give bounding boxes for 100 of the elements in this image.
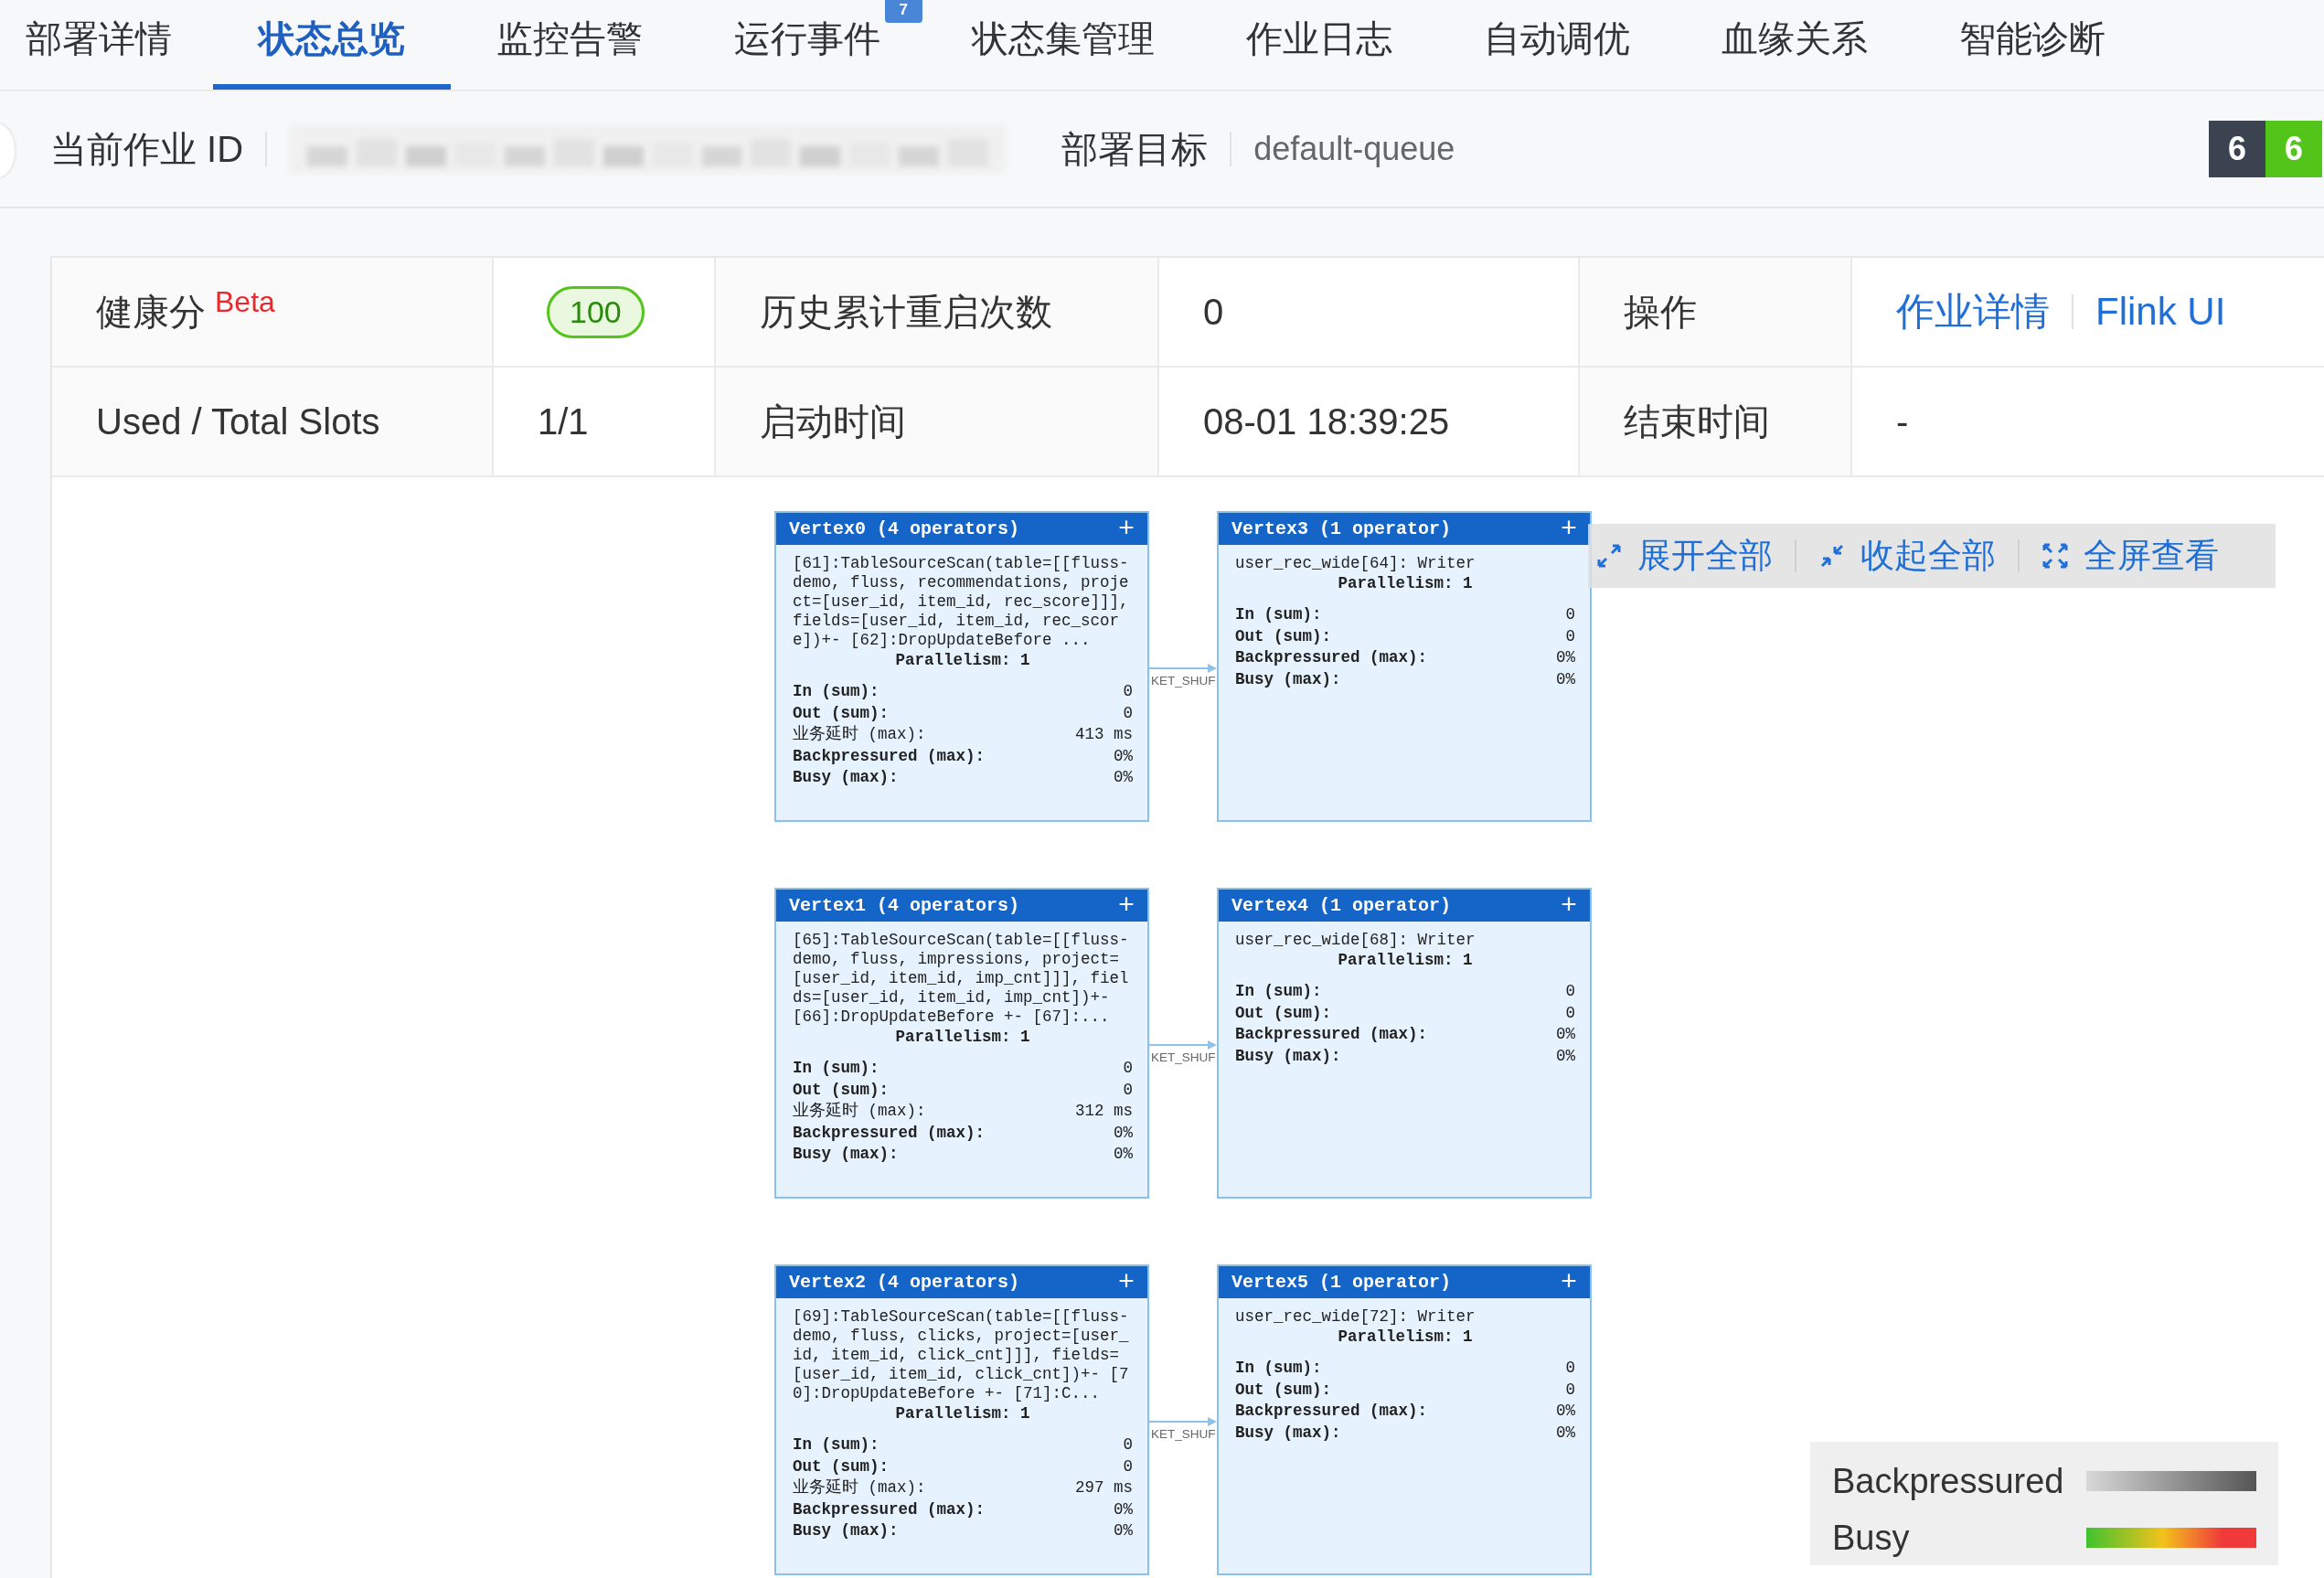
vertex-title: Vertex3 (1 operator) [1231, 518, 1452, 539]
count-badge: 7 [884, 0, 922, 23]
metric-label: Busy (max): [793, 1520, 899, 1541]
count-badge: 6 [2265, 121, 2322, 177]
metric-value: 0% [1556, 1401, 1575, 1422]
beta-tag: Beta [215, 285, 275, 319]
field-label: 部署目标 [1061, 127, 1209, 171]
metric-value: 0 [1123, 681, 1133, 702]
metric-label: Out (sum): [1235, 625, 1332, 647]
metric-value: 0 [1123, 702, 1133, 724]
expand-button[interactable]: + [1561, 891, 1577, 920]
expand-button[interactable]: + [1118, 1268, 1135, 1296]
parallelism-text: Parallelism: 1 [1337, 573, 1474, 593]
metric-value: 0% [1556, 1045, 1575, 1067]
tab[interactable]: 智能诊断 [1914, 0, 2151, 90]
metric-value: 413 ms [1075, 724, 1133, 745]
toolbar-button[interactable]: 全屏查看 [2041, 533, 2219, 579]
count-badge: 6 [2209, 121, 2265, 177]
metric-value: 0% [1556, 1024, 1575, 1045]
expand-button[interactable]: + [1561, 515, 1577, 543]
vertex-node[interactable]: Vertex4 (1 operator) + user_rec_wide[68]: Writer Parallelism: 1 In (sum): 0 Out (sum): 0 Backpressured (max): 0% Busy (max): 0% [1217, 888, 1592, 1199]
metric-value: 312 ms [1075, 1101, 1133, 1122]
metric-label: Busy (max): [1235, 668, 1341, 690]
table-cell: - [1852, 368, 2324, 477]
field-value: default-queue [1253, 130, 1455, 168]
metric-label: 业务延时 (max): [793, 724, 926, 745]
tab[interactable]: 状态总览 [213, 0, 451, 90]
metric-label: In (sum): [793, 681, 879, 702]
metric-label: Busy (max): [1235, 1045, 1341, 1067]
tab[interactable]: 血缘关系 [1676, 0, 1914, 90]
metric-label: In (sum): [1235, 604, 1322, 625]
metric-value: 0% [1114, 1520, 1133, 1541]
score-badge: 100 [547, 285, 645, 338]
metric-label: 业务延时 (max): [793, 1477, 926, 1498]
metric-value: 0% [1114, 1122, 1133, 1144]
tab[interactable]: 状态集管理 [926, 0, 1200, 90]
link[interactable]: 作业详情 [1896, 286, 2050, 337]
tab[interactable]: 运行事件 7 [688, 0, 926, 90]
toolbar-button[interactable]: 收起全部 [1818, 533, 1996, 579]
operator-description: user_rec_wide[72]: Writer [1235, 1307, 1476, 1327]
metric-value: 0% [1556, 1422, 1575, 1444]
metric-label: 业务延时 (max): [793, 1101, 926, 1122]
expand-button[interactable]: + [1561, 1268, 1577, 1296]
operator-description: [61]:TableSourceScan(table=[[fluss-demo, fluss, recommendations, project=[user_id, item_id, rec_score]]], fields=[user_id, item_id, rec_score])+- [62]:DropUpdateBefore ... [793, 554, 1130, 650]
field-label: 当前作业 ID [50, 127, 244, 171]
edge-label: KET_SHUF [1151, 674, 1217, 688]
metric-label: Backpressured (max): [793, 1498, 986, 1520]
metric-label: Backpressured (max): [1235, 1401, 1428, 1422]
vertex-title: Vertex2 (4 operators) [789, 1272, 1020, 1293]
edge-label: KET_SHUF [1151, 1427, 1217, 1441]
tab[interactable]: 作业日志 [1200, 0, 1438, 90]
operator-description: user_rec_wide[64]: Writer [1235, 554, 1476, 573]
metric-value: 0 [1565, 1379, 1575, 1401]
legend-label: Backpressured [1832, 1461, 2064, 1501]
metric-value: 0 [1565, 1002, 1575, 1024]
metric-label: Backpressured (max): [793, 745, 986, 767]
vertex-node[interactable]: Vertex5 (1 operator) + user_rec_wide[72]: Writer Parallelism: 1 In (sum): 0 Out (sum): 0 Backpressured (max): 0% Busy (max): 0% [1217, 1264, 1592, 1575]
metric-value: 0 [1565, 604, 1575, 625]
metric-value: 0 [1565, 625, 1575, 647]
metric-label: Busy (max): [793, 1144, 899, 1165]
table-cell: Used / Total Slots [52, 368, 494, 477]
tab[interactable]: 监控告警 [451, 0, 688, 90]
metric-value: 0 [1123, 1058, 1133, 1079]
parallelism-text: Parallelism: 1 [894, 650, 1031, 670]
toolbar-button[interactable]: 展开全部 [1595, 533, 1773, 579]
metric-label: In (sum): [793, 1058, 879, 1079]
parallelism-text: Parallelism: 1 [894, 1403, 1031, 1423]
metric-label: In (sum): [793, 1434, 879, 1455]
table-cell: 启动时间 [716, 368, 1159, 477]
metric-label: Backpressured (max): [1235, 647, 1428, 668]
metric-value: 297 ms [1075, 1477, 1133, 1498]
metric-label: Busy (max): [793, 767, 899, 788]
parallelism-text: Parallelism: 1 [1337, 950, 1474, 970]
table-cell: 结束时间 [1580, 368, 1852, 477]
metric-value: 0 [1565, 1358, 1575, 1379]
tab[interactable]: 部署详情 [0, 0, 213, 90]
metric-value: 0 [1123, 1455, 1133, 1477]
expand-button[interactable]: + [1118, 891, 1135, 920]
table-cell: 操作 [1580, 258, 1852, 368]
expand-button[interactable]: + [1118, 515, 1135, 543]
vertex-title: Vertex5 (1 operator) [1231, 1272, 1452, 1293]
metric-label: In (sum): [1235, 981, 1322, 1002]
metric-label: Backpressured (max): [793, 1122, 986, 1144]
metric-value: 0% [1556, 647, 1575, 668]
tab[interactable]: 自动调优 [1438, 0, 1676, 90]
parallelism-text: Parallelism: 1 [894, 1027, 1031, 1047]
metric-value: 0 [1565, 981, 1575, 1002]
vertex-node[interactable]: Vertex3 (1 operator) + user_rec_wide[64]: Writer Parallelism: 1 In (sum): 0 Out (sum): 0 Backpressured (max): 0% Busy (max): 0% [1217, 511, 1592, 822]
metric-label: Out (sum): [1235, 1002, 1332, 1024]
operator-description: [65]:TableSourceScan(table=[[fluss-demo, fluss, impressions, project=[user_id, item_id, imp_cnt]]], fields=[user_id, item_id, imp_cnt])+- [66]:DropUpdateBefore +- [67]:... [793, 931, 1130, 1027]
parallelism-text: Parallelism: 1 [1337, 1327, 1474, 1347]
operator-description: user_rec_wide[68]: Writer [1235, 931, 1476, 950]
metric-label: In (sum): [1235, 1358, 1322, 1379]
metric-value: 0% [1114, 745, 1133, 767]
metric-label: Out (sum): [793, 1455, 890, 1477]
link[interactable]: Flink UI [2095, 290, 2226, 334]
metric-value: 0% [1114, 1144, 1133, 1165]
metric-label: Busy (max): [1235, 1422, 1341, 1444]
table-cell: 历史累计重启次数 [716, 258, 1159, 368]
metric-value: 0 [1123, 1434, 1133, 1455]
